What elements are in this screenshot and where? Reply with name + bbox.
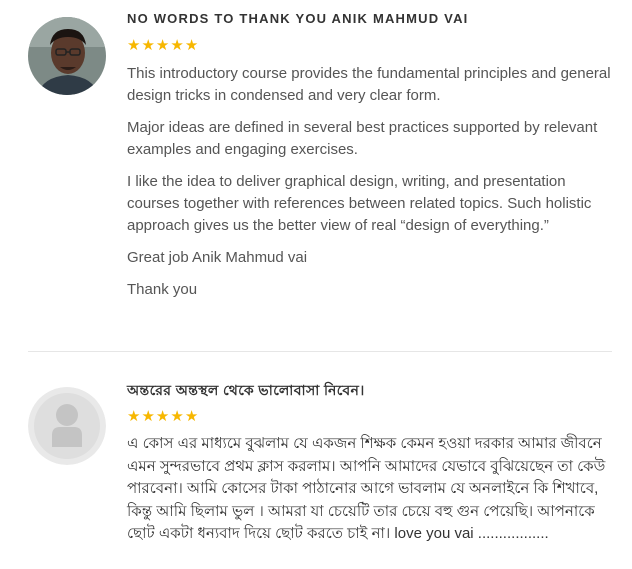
- review-paragraph: Thank you: [127, 281, 198, 298]
- review-title: NO WORDS TO THANK YOU ANIK MAHMUD VAI: [127, 11, 469, 26]
- review-paragraph: Major ideas are defined in several best …: [127, 119, 598, 158]
- review-title: অন্তরের অন্তস্থল থেকে ভালোবাসা নিবেন।: [127, 382, 365, 398]
- reviewer-photo: [28, 17, 106, 95]
- star-icon: ★: [170, 37, 184, 54]
- review-paragraph: I like the idea to deliver graphical des…: [127, 173, 592, 234]
- star-icon: ★: [127, 37, 141, 54]
- star-icon: ★: [141, 408, 155, 425]
- star-rating: ★ ★ ★ ★ ★: [127, 38, 617, 54]
- star-rating: ★ ★ ★ ★ ★: [127, 409, 617, 425]
- star-icon: ★: [155, 37, 170, 54]
- reviewer-avatar: [28, 17, 106, 95]
- star-icon: ★: [127, 408, 141, 425]
- star-icon: ★: [184, 408, 199, 425]
- star-icon: ★: [170, 408, 184, 425]
- star-icon: ★: [155, 408, 170, 425]
- reviewer-avatar: [28, 387, 106, 465]
- review-paragraph: এ কোস এর মাধ্যমে বুঝলাম যে একজন শিক্ষক ক…: [127, 435, 606, 543]
- star-icon: ★: [184, 37, 199, 54]
- star-icon: ★: [141, 37, 155, 54]
- default-user-icon: [28, 387, 106, 465]
- review-paragraph: This introductory course provides the fu…: [127, 65, 611, 104]
- review-paragraph: Great job Anik Mahmud vai: [127, 249, 308, 266]
- review-divider: [28, 351, 612, 352]
